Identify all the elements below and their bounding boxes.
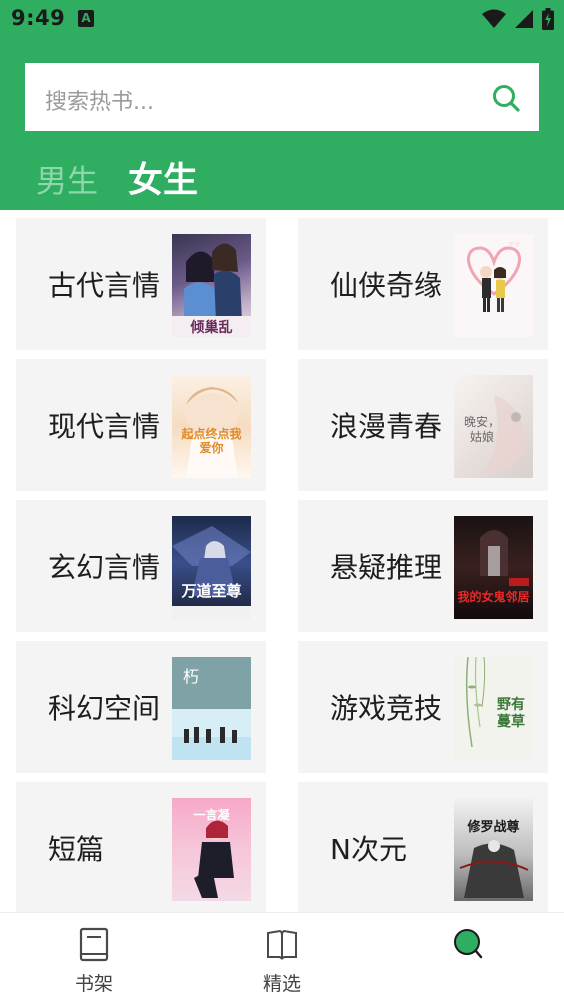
book-cover: 野有蔓草 xyxy=(454,657,533,760)
cellular-signal-icon xyxy=(515,10,533,28)
category-label: 浪漫青春 xyxy=(330,410,443,443)
category-card-modern-romance[interactable]: 现代言情 起点终点我爱你 xyxy=(16,359,266,491)
tab-female[interactable]: 女生 xyxy=(128,152,198,203)
header-bar: 9:49 A 搜索热书... 男生 女生 xyxy=(0,0,564,210)
tab-male[interactable]: 男生 xyxy=(36,156,98,201)
cover-title: 晚安，姑娘 xyxy=(463,415,500,444)
nav-bookshelf[interactable]: 书架 xyxy=(34,913,154,1004)
nav-search[interactable] xyxy=(408,913,528,1004)
cover-art xyxy=(459,840,529,898)
search-input[interactable]: 搜索热书... xyxy=(25,63,539,131)
book-cover: 朽 xyxy=(172,657,251,760)
category-card-xianxia[interactable]: 仙侠奇缘 ♡ ♡ xyxy=(298,218,548,350)
nav-label: 书架 xyxy=(74,973,113,995)
category-label: N次元 xyxy=(330,833,407,866)
svg-text:♡ ♡: ♡ ♡ xyxy=(509,242,520,248)
category-label: 短篇 xyxy=(48,833,105,866)
app-notification-icon: A xyxy=(78,10,94,27)
book-cover: 我的女鬼邻居 xyxy=(454,516,533,619)
category-card-short-stories[interactable]: 短篇 一言凝 xyxy=(16,782,266,914)
nav-featured[interactable]: 精选 xyxy=(222,913,342,1004)
category-card-fantasy-romance[interactable]: 玄幻言情 万道至尊 xyxy=(16,500,266,632)
book-cover: ♡ ♡ xyxy=(454,234,533,337)
category-card-gaming[interactable]: 游戏竞技 野有蔓草 xyxy=(298,641,548,773)
category-label: 玄幻言情 xyxy=(48,551,161,584)
bottom-navigation: 书架 精选 xyxy=(0,912,564,1004)
cover-title: 野有蔓草 xyxy=(497,697,525,730)
category-card-youth-romance[interactable]: 浪漫青春 晚安，姑娘 xyxy=(298,359,548,491)
book-cover: 万道至尊 xyxy=(172,516,251,619)
bookshelf-icon xyxy=(79,927,109,962)
status-bar: 9:49 A xyxy=(0,0,564,38)
cover-title: 一言凝 xyxy=(193,808,230,822)
gender-tabs: 男生 女生 xyxy=(36,152,198,203)
category-label: 悬疑推理 xyxy=(330,551,443,584)
cover-title: 起点终点我爱你 xyxy=(181,427,242,455)
battery-icon xyxy=(542,8,554,30)
category-card-n-dimension[interactable]: N次元 修罗战尊 xyxy=(298,782,548,914)
cover-art xyxy=(172,526,251,619)
status-icons xyxy=(482,8,554,30)
category-label: 科幻空间 xyxy=(48,692,161,725)
book-cover: 倾巢乱 xyxy=(172,234,251,337)
search-icon xyxy=(454,929,483,959)
category-label: 仙侠奇缘 xyxy=(330,269,443,302)
cover-title: 倾巢乱 xyxy=(190,320,233,336)
category-label: 游戏竞技 xyxy=(330,692,443,725)
category-card-ancient-romance[interactable]: 古代言情 倾巢乱 xyxy=(16,218,266,350)
cover-title: 朽 xyxy=(182,667,199,686)
cover-art: ♡ ♡ xyxy=(467,242,521,312)
cover-title: 万道至尊 xyxy=(181,582,242,600)
book-cover: 晚安，姑娘 xyxy=(454,375,533,478)
book-cover: 起点终点我爱你 xyxy=(172,375,251,478)
category-label: 古代言情 xyxy=(48,269,161,302)
status-time: 9:49 xyxy=(11,6,66,30)
cover-title: 修罗战尊 xyxy=(467,820,520,835)
search-placeholder: 搜索热书... xyxy=(45,90,154,115)
category-card-mystery[interactable]: 悬疑推理 我的女鬼邻居 xyxy=(298,500,548,632)
nav-label: 精选 xyxy=(262,973,301,995)
category-card-sci-fi[interactable]: 科幻空间 朽 xyxy=(16,641,266,773)
search-icon[interactable] xyxy=(491,83,521,113)
cover-title: 我的女鬼邻居 xyxy=(457,590,530,604)
book-cover: 一言凝 xyxy=(172,798,251,901)
open-book-icon xyxy=(267,929,297,960)
book-cover: 修罗战尊 xyxy=(454,798,533,901)
wifi-icon xyxy=(482,9,506,28)
category-label: 现代言情 xyxy=(48,410,161,443)
